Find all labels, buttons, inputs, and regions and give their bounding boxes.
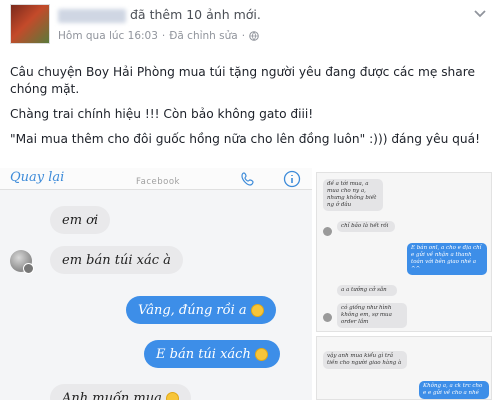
thumb-message-out: E bán onl, a cho e địa chỉ e gửi về nhận…	[407, 243, 487, 275]
messenger-back-label: Quay lại	[10, 170, 65, 185]
thumbnail-photo[interactable]: vậy anh mua kiểu gì trả tiền cho người g…	[316, 336, 492, 400]
globe-icon	[249, 31, 259, 41]
smile-emoji-icon	[165, 391, 179, 400]
chevron-down-icon[interactable]	[473, 8, 487, 20]
message-bubble-in: em ơi	[50, 206, 111, 234]
thumb-message-out: Không a, a ck trc cho e e gửi về cho a n…	[419, 381, 489, 399]
thumbnail-photo[interactable]: đề a tới mua, a mua cho ny a, nhưng khôn…	[316, 172, 492, 332]
main-photo[interactable]: Quay lại Facebook em ơi em bán túi xác à…	[0, 168, 312, 400]
message-bubble-in: em bán túi xác à	[50, 246, 183, 274]
laugh-emoji-icon	[254, 347, 268, 361]
message-text: Anh muốn mua	[62, 390, 162, 400]
thumb-message-in: chỉ bảo là hết rồi	[337, 221, 395, 232]
thumb-avatar	[323, 227, 332, 236]
caption-paragraph: "Mai mua thêm cho đôi guốc hồng nữa cho …	[10, 132, 480, 146]
post-caption: Câu chuyện Boy Hải Phòng mua túi tặng ng…	[10, 64, 488, 156]
edited-label[interactable]: Đã chỉnh sửa	[169, 30, 237, 42]
message-text: E bán túi xách	[156, 346, 251, 362]
post-time[interactable]: Hôm qua lúc 16:03	[58, 30, 158, 42]
meta-separator: ·	[161, 30, 166, 42]
thumb-message-in: a a tưởng cở sẵn	[337, 285, 397, 296]
info-icon	[283, 170, 301, 188]
smile-emoji-icon	[250, 303, 264, 317]
thumb-message-in: đề a tới mua, a mua cho ny a, nhưng khôn…	[323, 179, 383, 211]
message-text: Vâng, đúng rồi a	[138, 302, 247, 318]
phone-icon	[241, 172, 254, 186]
post-meta: Hôm qua lúc 16:03 · Đã chỉnh sửa ·	[58, 30, 259, 42]
caption-paragraph: Câu chuyện Boy Hải Phòng mua túi tặng ng…	[10, 65, 475, 96]
message-text: em bán túi xác à	[62, 252, 171, 268]
author-avatar[interactable]	[10, 4, 50, 44]
post-action-text: đã thêm 10 ảnh mới.	[130, 7, 261, 22]
photo-collage[interactable]: Quay lại Facebook em ơi em bán túi xác à…	[0, 168, 495, 400]
caption-paragraph: Chàng trai chính hiệu !!! Còn bảo không …	[10, 107, 314, 121]
message-bubble-out: Vâng, đúng rồi a	[126, 296, 276, 324]
thumb-message-in: có giống như hình không em, sợ mua order…	[337, 303, 407, 328]
message-bubble-out: E bán túi xách	[144, 340, 280, 368]
message-text: em ơi	[62, 212, 99, 228]
feed-post: đã thêm 10 ảnh mới. Hôm qua lúc 16:03 · …	[0, 0, 495, 400]
thumb-message-in: vậy anh mua kiểu gì trả tiền cho người g…	[323, 351, 407, 369]
thumb-avatar	[323, 313, 332, 322]
meta-separator-2: ·	[241, 30, 246, 42]
message-bubble-in: Anh muốn mua	[50, 384, 191, 400]
messenger-header: Quay lại Facebook	[0, 168, 312, 190]
author-name-blurred[interactable]	[58, 9, 126, 23]
sender-avatar	[10, 250, 34, 274]
messenger-title: Facebook	[136, 177, 180, 187]
